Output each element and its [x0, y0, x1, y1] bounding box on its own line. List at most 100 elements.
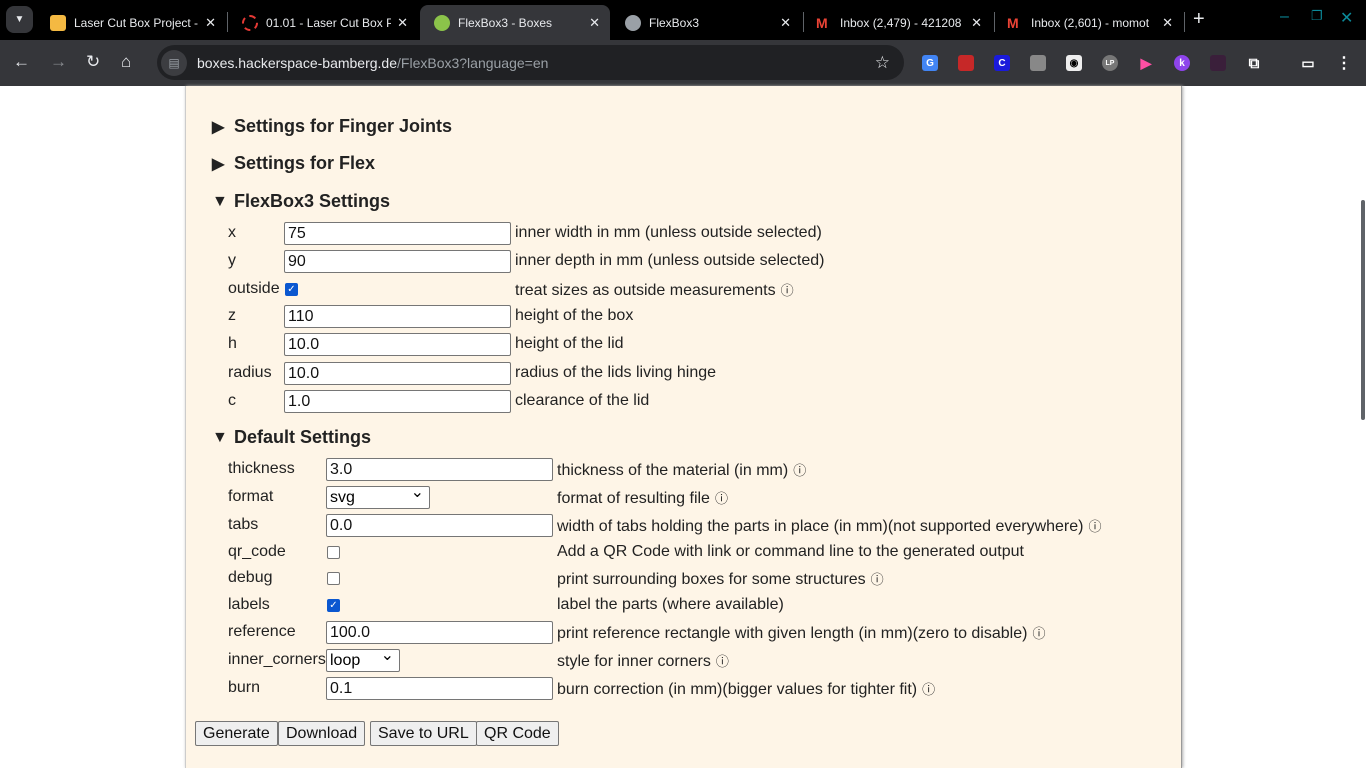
tab-flexbox3-boxes[interactable]: FlexBox3 - Boxes ✕: [420, 5, 610, 40]
download-button[interactable]: Download: [278, 721, 366, 746]
menu-kebab-icon[interactable]: ⋮: [1336, 55, 1352, 72]
url-text: boxes.hackerspace-bamberg.de/FlexBox3?la…: [197, 55, 548, 71]
info-icon[interactable]: ⓘ: [716, 654, 729, 669]
address-bar[interactable]: ▤ boxes.hackerspace-bamberg.de/FlexBox3?…: [157, 45, 904, 80]
forward-button[interactable]: →: [50, 52, 67, 72]
close-tab-icon[interactable]: ✕: [589, 15, 600, 31]
field-label: qr_code: [228, 543, 286, 560]
info-icon[interactable]: ⓘ: [871, 572, 884, 587]
new-tab-button[interactable]: +: [1193, 8, 1205, 31]
scrollbar-thumb[interactable]: [1361, 200, 1365, 420]
url-path: /FlexBox3?language=en: [397, 54, 549, 71]
section-flex[interactable]: ▶ Settings for Flex: [212, 153, 375, 174]
section-title: Settings for Finger Joints: [234, 116, 453, 136]
expand-triangle-icon: ▶: [212, 155, 225, 173]
section-title: FlexBox3 Settings: [234, 191, 391, 211]
home-button[interactable]: ⌂: [121, 52, 131, 72]
print-extension-icon[interactable]: [1210, 55, 1226, 71]
debug-checkbox[interactable]: [327, 572, 340, 585]
tab-title: FlexBox3: [649, 15, 700, 30]
cast-icon[interactable]: ▭: [1300, 55, 1316, 71]
back-button[interactable]: ←: [13, 52, 30, 72]
x-input[interactable]: 75: [284, 222, 511, 245]
description-text: height of the lid: [515, 335, 624, 352]
close-tab-icon[interactable]: ✕: [780, 15, 791, 31]
y-input[interactable]: 90: [284, 250, 511, 273]
section-default-settings[interactable]: ▼ Default Settings: [212, 427, 371, 448]
description-text: Add a QR Code with link or command line …: [557, 543, 1024, 560]
info-icon[interactable]: ⓘ: [922, 682, 935, 697]
tab-gmail-inbox-2[interactable]: M Inbox (2,601) - momot ✕: [993, 5, 1183, 40]
info-icon[interactable]: ⓘ: [781, 283, 794, 298]
tab-flexbox3[interactable]: FlexBox3 ✕: [611, 5, 801, 40]
outside-checkbox[interactable]: ✓: [285, 283, 298, 296]
description-text: label the parts (where available): [557, 596, 784, 613]
generate-button[interactable]: Generate: [195, 721, 278, 746]
field-description: thickness of the material (in mm) ⓘ: [557, 460, 806, 480]
info-icon[interactable]: ⓘ: [1032, 626, 1045, 641]
info-icon[interactable]: ⓘ: [715, 491, 728, 506]
minimize-button[interactable]: –: [1280, 8, 1289, 26]
google-translate-extension-icon[interactable]: G: [922, 55, 938, 71]
tab-search-button[interactable]: ▼: [6, 6, 33, 33]
field-description: Add a QR Code with link or command line …: [557, 543, 1024, 561]
extensions-puzzle-icon[interactable]: ⧉: [1246, 55, 1262, 72]
tabs-input[interactable]: 0.0: [326, 514, 553, 537]
field-label: y: [228, 252, 236, 269]
close-tab-icon[interactable]: ✕: [971, 15, 982, 31]
qr_code-checkbox[interactable]: [327, 546, 340, 559]
tab-gmail-inbox-1[interactable]: M Inbox (2,479) - 421208 ✕: [802, 5, 992, 40]
thickness-input[interactable]: 3.0: [326, 458, 553, 481]
copy-extension-icon[interactable]: [1030, 55, 1046, 71]
close-tab-icon[interactable]: ✕: [1162, 15, 1173, 31]
video-extension-icon[interactable]: ▶: [1138, 55, 1154, 71]
field-label: h: [228, 335, 237, 352]
reload-button[interactable]: ↻: [86, 52, 100, 72]
field-description: width of tabs holding the parts in place…: [557, 516, 1102, 536]
field-label: outside: [228, 280, 280, 297]
c-extension-icon[interactable]: C: [994, 55, 1010, 71]
lp-extension-icon[interactable]: LP: [1102, 55, 1118, 71]
scrollbar[interactable]: [1360, 86, 1366, 768]
info-icon[interactable]: ⓘ: [1088, 519, 1101, 534]
tab-divider: [1184, 12, 1185, 32]
reference-input[interactable]: 100.0: [326, 621, 553, 644]
k-extension-icon[interactable]: k: [1174, 55, 1190, 71]
close-tab-icon[interactable]: ✕: [397, 15, 408, 31]
site-favicon-icon: [50, 14, 66, 31]
labels-checkbox[interactable]: ✓: [327, 599, 340, 612]
h-input[interactable]: 10.0: [284, 333, 511, 356]
tab-strip: ▼ Laser Cut Box Project - ✕ 01.01 - Laser…: [0, 0, 1366, 40]
burn-input[interactable]: 0.1: [326, 677, 553, 700]
book-extension-icon[interactable]: [958, 55, 974, 71]
z-input[interactable]: 110: [284, 305, 511, 328]
section-finger-joints[interactable]: ▶ Settings for Finger Joints: [212, 116, 452, 137]
description-text: style for inner corners: [557, 653, 711, 670]
section-flexbox3[interactable]: ▼ FlexBox3 Settings: [212, 191, 390, 212]
description-text: print reference rectangle with given len…: [557, 625, 1028, 642]
gmail-icon: M: [816, 14, 828, 31]
owl-extension-icon[interactable]: ◉: [1066, 55, 1082, 71]
info-icon[interactable]: ⓘ: [793, 463, 806, 478]
inner_corners-select[interactable]: loop: [326, 645, 400, 672]
field-label: inner_corners: [228, 651, 326, 668]
description-text: radius of the lids living hinge: [515, 364, 717, 381]
radius-input[interactable]: 10.0: [284, 362, 511, 385]
close-window-button[interactable]: ✕: [1340, 8, 1353, 28]
format-select[interactable]: svg: [326, 482, 430, 509]
browser-toolbar: ← → ↻ ⌂ ▤ boxes.hackerspace-bamberg.de/F…: [0, 40, 1366, 86]
qr-code-button[interactable]: QR Code: [476, 721, 559, 746]
collapse-triangle-icon: ▼: [212, 192, 228, 210]
collapse-triangle-icon: ▼: [212, 428, 228, 446]
tab-title: Inbox (2,479) - 421208: [840, 15, 962, 30]
restore-button[interactable]: ❐: [1311, 8, 1323, 24]
save-to-url-button[interactable]: Save to URL: [370, 721, 477, 746]
field-label: labels: [228, 596, 270, 613]
c-input[interactable]: 1.0: [284, 390, 511, 413]
tab-laser-cut-box-lesson[interactable]: 01.01 - Laser Cut Box P ✕: [228, 5, 418, 40]
tab-laser-cut-box-project[interactable]: Laser Cut Box Project - ✕: [36, 5, 226, 40]
bookmark-star-icon[interactable]: ☆: [875, 53, 890, 73]
site-info-icon[interactable]: ▤: [161, 49, 187, 76]
close-tab-icon[interactable]: ✕: [205, 15, 216, 31]
field-label: tabs: [228, 516, 259, 533]
